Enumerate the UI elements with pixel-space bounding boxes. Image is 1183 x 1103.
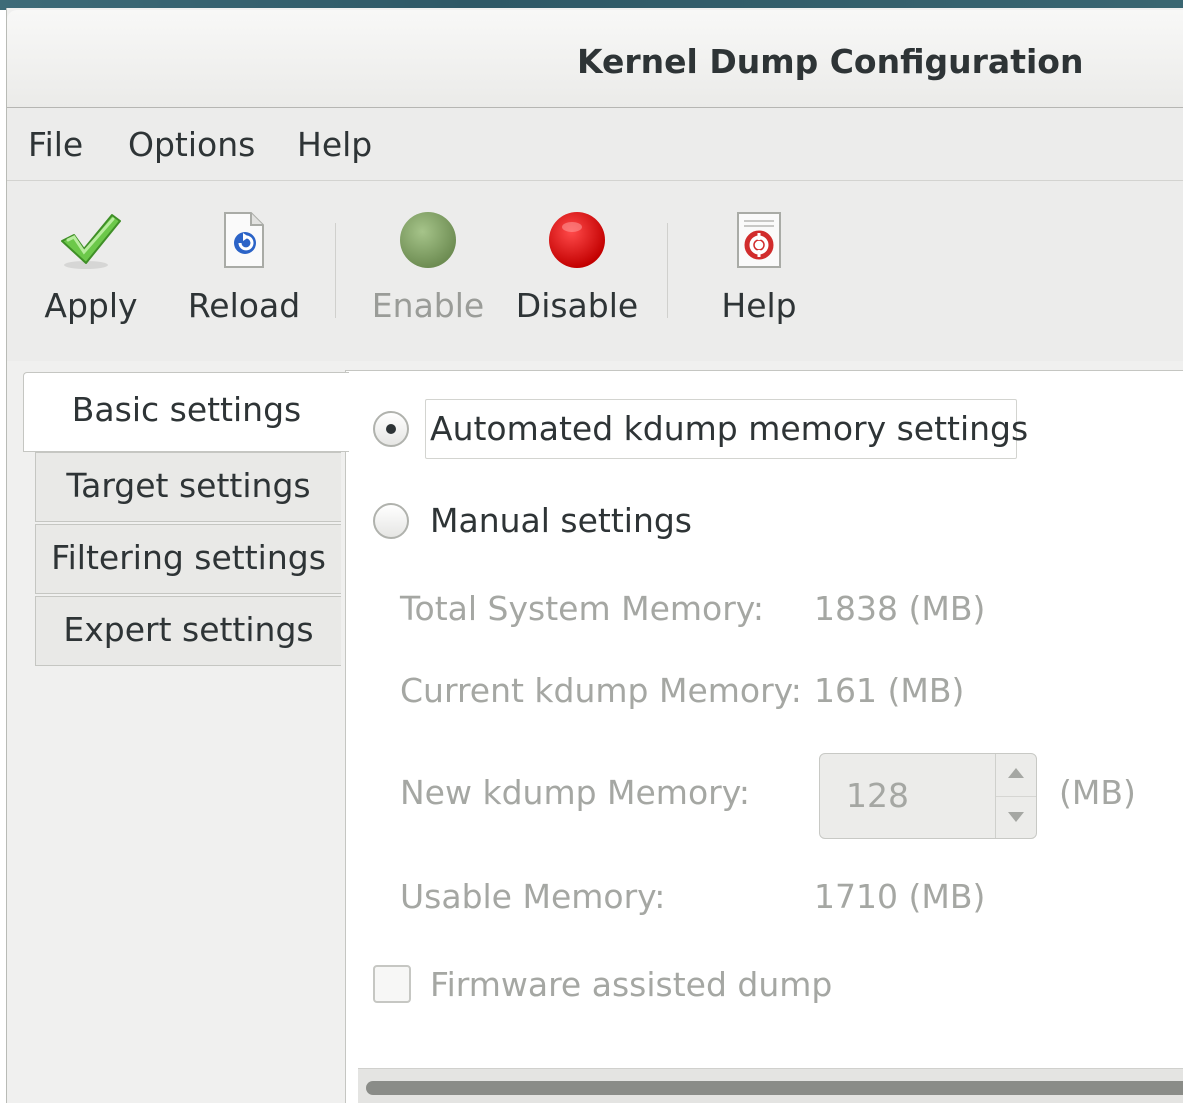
apply-label: Apply [44, 286, 138, 325]
new-kdump-memory-label: New kdump Memory: [400, 773, 750, 812]
reload-button[interactable]: Reload [183, 201, 305, 329]
usable-memory-value: 1710 (MB) [814, 877, 986, 916]
toolbar-separator [667, 223, 668, 318]
enable-label: Enable [371, 286, 485, 325]
window-title: Kernel Dump Configuration [577, 42, 1084, 81]
manual-label[interactable]: Manual settings [430, 501, 692, 540]
menu-options[interactable]: Options [128, 125, 255, 164]
new-kdump-memory-unit: (MB) [1059, 773, 1136, 812]
titlebar[interactable]: Kernel Dump Configuration [7, 10, 1183, 108]
scrollbar-thumb[interactable] [366, 1081, 1183, 1095]
radio-selected-dot [386, 424, 396, 434]
new-kdump-memory-value: 128 [846, 776, 909, 815]
current-kdump-memory-label: Current kdump Memory: [400, 671, 802, 710]
tab-target-settings[interactable]: Target settings [35, 452, 341, 522]
checkmark-icon [56, 209, 126, 275]
basic-settings-panel: Automated kdump memory settings Manual s… [345, 370, 1183, 1103]
tab-expert-settings[interactable]: Expert settings [35, 596, 341, 666]
settings-tabs: Basic settings Target settings Filtering… [23, 372, 349, 672]
toolbar: Apply Reload Enable Disable Help [7, 181, 1183, 361]
automated-radio[interactable] [373, 411, 409, 447]
red-circle-icon [546, 209, 608, 275]
arrow-down-icon [1008, 812, 1024, 822]
tab-basic-settings[interactable]: Basic settings [23, 372, 349, 452]
spin-buttons [995, 754, 1036, 838]
help-lifebuoy-icon [734, 209, 784, 275]
spin-down-button[interactable] [996, 796, 1036, 838]
arrow-up-icon [1008, 768, 1024, 778]
tab-filtering-settings[interactable]: Filtering settings [35, 524, 341, 594]
new-kdump-memory-spinner[interactable]: 128 [819, 753, 1037, 839]
menu-help[interactable]: Help [297, 125, 372, 164]
firmware-assisted-dump-checkbox[interactable] [373, 965, 411, 1003]
enable-button[interactable]: Enable [367, 201, 489, 329]
usable-memory-label: Usable Memory: [400, 877, 666, 916]
menu-file[interactable]: File [28, 125, 83, 164]
reload-label: Reload [187, 286, 301, 325]
help-button[interactable]: Help [707, 201, 811, 329]
kdump-window: Kernel Dump Configuration File Options H… [6, 8, 1183, 1103]
help-label: Help [721, 286, 797, 325]
toolbar-separator [335, 223, 336, 318]
spin-up-button[interactable] [996, 754, 1036, 797]
total-memory-label: Total System Memory: [400, 589, 765, 628]
disable-label: Disable [515, 286, 639, 325]
disable-button[interactable]: Disable [515, 201, 639, 329]
automated-label[interactable]: Automated kdump memory settings [430, 409, 1028, 448]
menubar: File Options Help [7, 108, 1183, 181]
firmware-assisted-dump-label[interactable]: Firmware assisted dump [430, 965, 832, 1004]
apply-button[interactable]: Apply [39, 201, 143, 329]
horizontal-scrollbar[interactable] [358, 1068, 1183, 1103]
green-circle-icon [397, 209, 459, 275]
total-memory-value: 1838 (MB) [814, 589, 986, 628]
current-kdump-memory-value: 161 (MB) [814, 671, 965, 710]
reload-icon [219, 209, 269, 275]
manual-radio[interactable] [373, 503, 409, 539]
